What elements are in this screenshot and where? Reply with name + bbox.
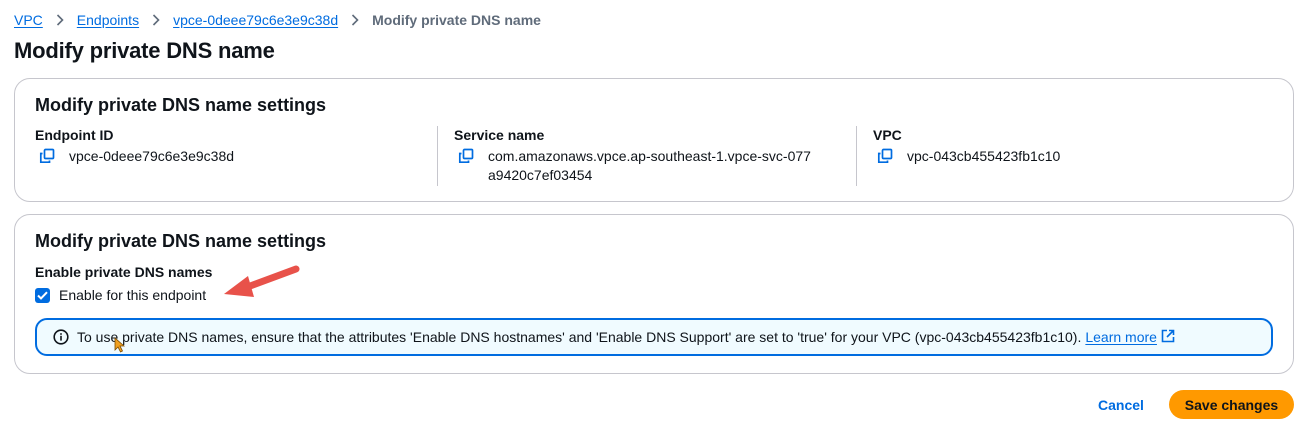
service-name-column: Service name com.amazonaws.vpce.ap-south… <box>437 126 856 186</box>
service-name-label: Service name <box>454 127 545 143</box>
settings-header: Modify private DNS name settings <box>35 231 327 251</box>
breadcrumb-endpoint-id[interactable]: vpce-0deee79c6e3e9c38d <box>173 12 338 28</box>
breadcrumb-vpc[interactable]: VPC <box>14 12 43 28</box>
save-changes-button[interactable]: Save changes <box>1169 390 1294 419</box>
mouse-cursor-icon <box>114 337 126 353</box>
info-alert: To use private DNS names, ensure that th… <box>35 318 1273 356</box>
learn-more-link[interactable]: Learn more <box>1085 329 1175 346</box>
copy-icon[interactable] <box>877 148 893 164</box>
info-icon <box>53 329 69 345</box>
vpc-label: VPC <box>873 127 902 143</box>
vpc-value-row: vpc-043cb455423fb1c10 <box>873 147 1259 166</box>
details-columns: Endpoint ID vpce-0deee79c6e3e9c38d Servi… <box>35 126 1275 186</box>
enable-private-dns-checkbox-row[interactable]: Enable for this endpoint <box>35 287 206 303</box>
info-alert-text: To use private DNS names, ensure that th… <box>77 329 1082 345</box>
copy-icon[interactable] <box>39 148 55 164</box>
breadcrumb: VPC Endpoints vpce-0deee79c6e3e9c38d Mod… <box>14 10 541 30</box>
endpoint-id-label: Endpoint ID <box>35 127 114 143</box>
private-dns-field-label: Enable private DNS names <box>35 264 213 280</box>
breadcrumb-endpoints[interactable]: Endpoints <box>77 12 139 28</box>
chevron-right-icon <box>351 14 359 26</box>
learn-more-label: Learn more <box>1085 329 1157 345</box>
page-title: Modify private DNS name <box>14 38 275 63</box>
vpc-column: VPC vpc-043cb455423fb1c10 <box>856 126 1275 186</box>
check-icon <box>37 291 48 300</box>
endpoint-id-value-row: vpce-0deee79c6e3e9c38d <box>35 147 421 166</box>
service-name-value-row: com.amazonaws.vpce.ap-southeast-1.vpce-s… <box>454 147 840 185</box>
breadcrumb-current: Modify private DNS name <box>372 12 541 28</box>
details-container: Modify private DNS name settings Endpoin… <box>14 78 1294 202</box>
external-link-icon <box>1161 329 1175 346</box>
copy-icon[interactable] <box>458 148 474 164</box>
settings-container: Modify private DNS name settings Enable … <box>14 214 1294 374</box>
endpoint-id-column: Endpoint ID vpce-0deee79c6e3e9c38d <box>35 126 437 186</box>
chevron-right-icon <box>56 14 64 26</box>
endpoint-id-value: vpce-0deee79c6e3e9c38d <box>69 148 235 164</box>
details-header: Modify private DNS name settings <box>35 95 327 115</box>
chevron-right-icon <box>152 14 160 26</box>
vpc-value: vpc-043cb455423fb1c10 <box>907 148 1061 164</box>
enable-private-dns-checkbox[interactable] <box>35 287 50 303</box>
cancel-button[interactable]: Cancel <box>1082 392 1160 418</box>
annotation-arrow-icon <box>224 265 300 297</box>
service-name-value: com.amazonaws.vpce.ap-southeast-1.vpce-s… <box>488 148 811 183</box>
enable-private-dns-checkbox-label[interactable]: Enable for this endpoint <box>59 287 206 303</box>
